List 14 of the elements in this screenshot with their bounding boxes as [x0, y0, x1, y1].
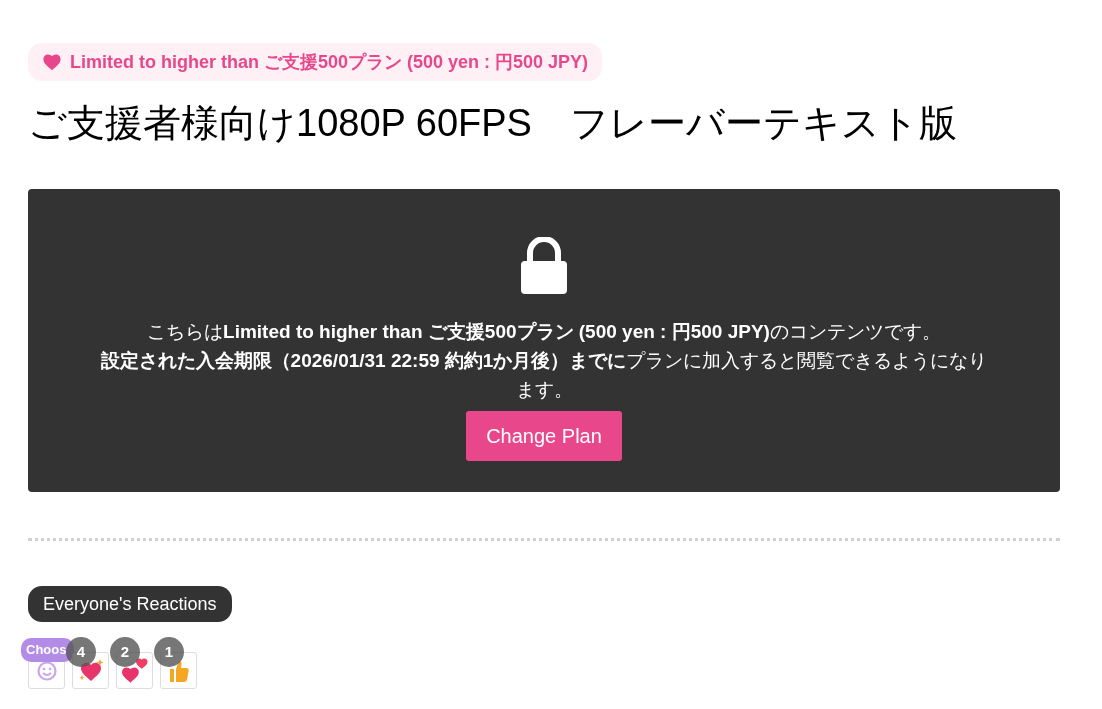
- reaction-count-tooltip: 2: [110, 637, 140, 667]
- reaction-count-tooltip: 1: [154, 637, 184, 667]
- lock-icon: [520, 237, 568, 295]
- smiley-icon: [36, 660, 57, 681]
- change-plan-button[interactable]: Change Plan: [466, 411, 622, 461]
- deadline-message: 設定された入会期限（2026/01/31 22:59 約約1か月後）までにプランに加入すると閲覧できるようになります。: [99, 349, 989, 402]
- reactions-heading: Everyone's Reactions: [28, 586, 232, 622]
- heart-icon: [42, 53, 62, 71]
- post-title: ご支援者様向け1080P 60FPS フレーバーテキスト版: [28, 101, 958, 146]
- plan-label: Limited to higher than ご支援500プラン (500 yen : 円500 JPY): [70, 50, 589, 74]
- locked-message: こちらはLimited to higher than ご支援500プラン (500 yen : 円500 JPY)のコンテンツです。: [147, 320, 941, 344]
- reaction-count-tooltip: 4: [66, 637, 96, 667]
- sparkling-heart-icon: [77, 658, 104, 683]
- two-hearts-icon: [120, 657, 149, 684]
